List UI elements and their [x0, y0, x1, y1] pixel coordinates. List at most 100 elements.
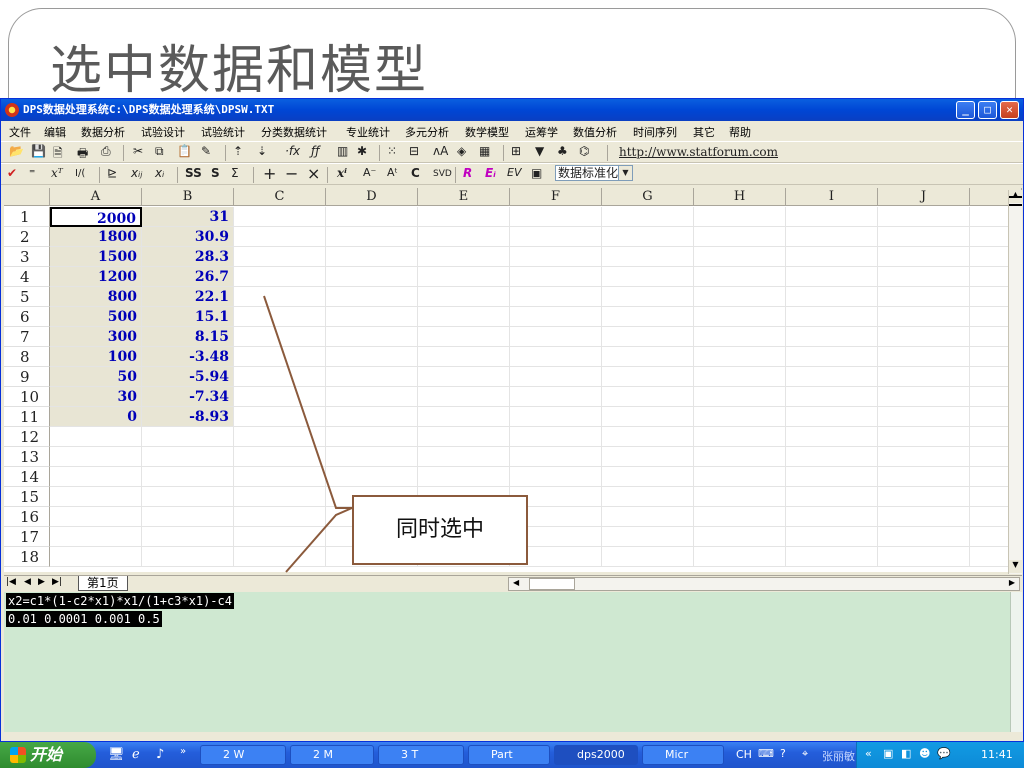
grid-cell[interactable] — [510, 207, 602, 227]
transpose-x-icon[interactable]: xᵀ — [51, 166, 63, 180]
menu-professional-stats[interactable]: 专业统计 — [346, 124, 390, 140]
grid-cell[interactable]: 1800 — [50, 227, 142, 247]
grid-cell[interactable] — [602, 487, 694, 507]
grid-cell[interactable] — [602, 227, 694, 247]
more-icon[interactable]: » — [180, 746, 186, 757]
grid-cell[interactable]: 800 — [50, 287, 142, 307]
menu-operations[interactable]: 运筹学 — [525, 124, 558, 140]
grid-cell[interactable] — [510, 247, 602, 267]
dots-icon[interactable]: ⁙ — [387, 144, 397, 158]
grid-cell[interactable] — [786, 227, 878, 247]
grid-cell[interactable] — [142, 467, 234, 487]
grid-cell[interactable] — [326, 207, 418, 227]
sum-icon[interactable]: Σ — [231, 166, 239, 180]
grid-cell[interactable] — [234, 327, 326, 347]
print-icon[interactable]: 🖶 — [77, 144, 88, 165]
grid-cell[interactable] — [142, 507, 234, 527]
grid-cell[interactable] — [326, 327, 418, 347]
grid-cell[interactable]: 30.9 — [142, 227, 234, 247]
tray-app-icon[interactable]: ◧ — [901, 747, 911, 760]
grid-cell[interactable] — [878, 247, 970, 267]
grid-cell[interactable] — [878, 367, 970, 387]
grid-cell[interactable] — [878, 267, 970, 287]
copy-icon[interactable]: ⧉ — [155, 144, 164, 159]
desktop-icon[interactable]: 🖥 — [108, 747, 125, 762]
menu-math-model[interactable]: 数学模型 — [465, 124, 509, 140]
grid-cell[interactable] — [786, 387, 878, 407]
grid-cell[interactable] — [50, 447, 142, 467]
grid-cell[interactable]: 15.1 — [142, 307, 234, 327]
grid-cell[interactable] — [694, 547, 786, 567]
grid-cell[interactable] — [694, 447, 786, 467]
grid-cell[interactable] — [326, 367, 418, 387]
grid-cell[interactable] — [602, 207, 694, 227]
grid-cell[interactable] — [786, 507, 878, 527]
grid-cell[interactable]: 1500 — [50, 247, 142, 267]
ev-icon[interactable]: EV — [507, 166, 521, 179]
row-header[interactable]: 13 — [4, 447, 50, 467]
column-header[interactable]: G — [602, 188, 694, 206]
menu-data-analysis[interactable]: 数据分析 — [81, 124, 125, 140]
grid-cell[interactable] — [878, 327, 970, 347]
scroll-down-icon[interactable]: ▼ — [1009, 560, 1022, 573]
grid-cell[interactable] — [602, 367, 694, 387]
a-transpose-icon[interactable]: Aᵗ — [387, 166, 398, 179]
grid-cell[interactable] — [234, 427, 326, 447]
grid-cell[interactable] — [234, 447, 326, 467]
column-header[interactable]: B — [142, 188, 234, 206]
grid-cell[interactable] — [694, 507, 786, 527]
sheet-tab-1[interactable]: 第1页 — [78, 576, 128, 591]
column-header[interactable]: C — [234, 188, 326, 206]
chevron-down-icon[interactable]: ▼ — [618, 166, 632, 180]
grid-cell[interactable] — [878, 427, 970, 447]
grid-cell[interactable] — [786, 327, 878, 347]
grid-cell[interactable] — [786, 487, 878, 507]
grid-cell[interactable] — [326, 247, 418, 267]
grid-cell[interactable] — [786, 467, 878, 487]
column-header[interactable]: J — [878, 188, 970, 206]
keyboard-icon[interactable]: ⌨ — [758, 747, 774, 760]
grid-cell[interactable] — [878, 387, 970, 407]
grid-cell[interactable] — [602, 287, 694, 307]
menu-edit[interactable]: 编辑 — [44, 124, 66, 140]
sheet-first-icon[interactable]: |◀ — [6, 577, 16, 587]
s-icon[interactable]: S — [211, 166, 220, 180]
grid-cell[interactable] — [602, 387, 694, 407]
grid-cell[interactable] — [510, 367, 602, 387]
qq-icon[interactable]: ☻ — [919, 747, 930, 760]
grid-cell[interactable] — [786, 547, 878, 567]
grid-cell[interactable] — [142, 487, 234, 507]
model-equation[interactable]: x2=c1*(1-c2*x1)*x1/(1+c3*x1)-c4 — [6, 593, 234, 609]
row-header[interactable]: 18 — [4, 547, 50, 567]
grid-cell[interactable] — [418, 447, 510, 467]
grid-cell[interactable] — [602, 447, 694, 467]
grid-cell[interactable] — [234, 407, 326, 427]
grid-cell[interactable]: 8.15 — [142, 327, 234, 347]
grid-cell[interactable]: 28.3 — [142, 247, 234, 267]
sort-desc-icon[interactable]: ⇣ — [257, 144, 267, 158]
menu-file[interactable]: 文件 — [9, 124, 31, 140]
window-titlebar[interactable]: DPS数据处理系统C:\DPS数据处理系统\DPSW.TXT _ □ ✕ — [1, 99, 1023, 121]
grid-cell[interactable] — [878, 447, 970, 467]
grid-cell[interactable] — [418, 467, 510, 487]
save-icon[interactable]: 💾 — [31, 144, 46, 158]
filter-icon[interactable]: ▼ — [535, 144, 544, 158]
grid-icon[interactable]: ⊞ — [511, 144, 521, 158]
grid-cell[interactable]: 500 — [50, 307, 142, 327]
help-icon[interactable]: ? — [780, 747, 786, 760]
row-header[interactable]: 14 — [4, 467, 50, 487]
grid-cell[interactable] — [142, 547, 234, 567]
column-header[interactable]: D — [326, 188, 418, 206]
tray-app-icon[interactable]: ▣ — [883, 747, 893, 760]
grid-cell[interactable] — [878, 507, 970, 527]
task-paint[interactable]: Part — [468, 745, 550, 765]
grid-cell[interactable] — [142, 447, 234, 467]
plot-icon[interactable]: ⊵ — [107, 166, 117, 180]
grid-cell[interactable] — [234, 527, 326, 547]
row-header[interactable]: 7 — [4, 327, 50, 347]
add-icon[interactable]: + — [263, 164, 276, 183]
grid-cell[interactable] — [234, 487, 326, 507]
grid-cell[interactable] — [602, 467, 694, 487]
grid-cell[interactable]: 300 — [50, 327, 142, 347]
grid-cell[interactable] — [602, 347, 694, 367]
